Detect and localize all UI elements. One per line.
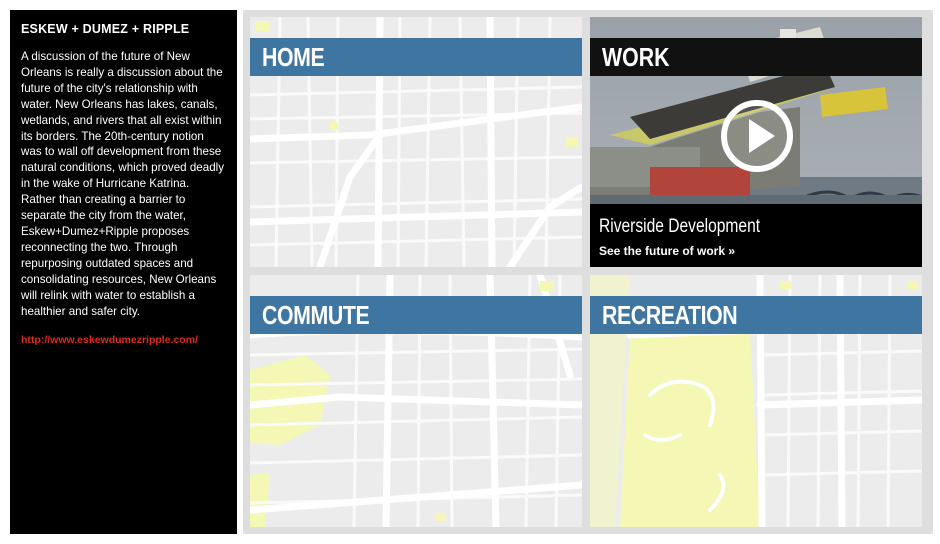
tile-home[interactable]: HOME — [250, 17, 582, 267]
sidebar-title: ESKEW + DUMEZ + RIPPLE — [21, 22, 190, 36]
recreation-label: RECREATION — [602, 300, 738, 330]
work-cta-link[interactable]: See the future of work » — [599, 244, 913, 258]
play-icon[interactable] — [720, 99, 794, 173]
tile-commute[interactable]: COMMUTE — [250, 275, 582, 527]
tile-work[interactable]: WORK Riverside Development See the futur… — [590, 17, 922, 267]
tile-recreation[interactable]: RECREATION — [590, 275, 922, 527]
sidebar-description: A discussion of the future of New Orlean… — [21, 50, 225, 318]
work-label: WORK — [602, 42, 670, 72]
website-link[interactable]: http://www.eskewdumezripple.com/ — [21, 334, 225, 346]
commute-label: COMMUTE — [262, 300, 370, 330]
work-caption-panel: Riverside Development See the future of … — [590, 204, 922, 267]
sidebar: ESKEW + DUMEZ + RIPPLE A discussion of t… — [10, 10, 237, 534]
work-caption: Riverside Development — [599, 216, 761, 237]
commute-banner[interactable]: COMMUTE — [250, 296, 582, 334]
work-banner[interactable]: WORK — [590, 38, 922, 76]
home-label: HOME — [262, 42, 325, 72]
home-banner[interactable]: HOME — [250, 38, 582, 76]
category-grid: HOME WORK Riverside Development See the … — [243, 10, 933, 534]
recreation-banner[interactable]: RECREATION — [590, 296, 922, 334]
